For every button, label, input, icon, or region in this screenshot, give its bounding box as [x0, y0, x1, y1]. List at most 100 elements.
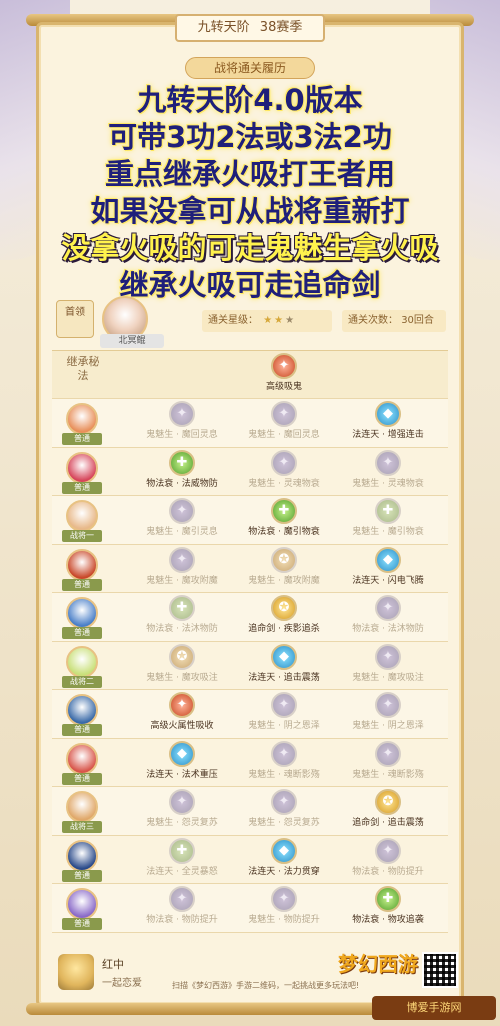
- skill-name: 物法衰 · 物攻追袭: [352, 915, 424, 925]
- skill-cell[interactable]: ◆ 法连天 · 法术重压: [136, 740, 228, 785]
- header-skill[interactable]: ✦ 高级吸鬼: [238, 353, 330, 397]
- skill-icon: ✦: [271, 449, 297, 476]
- fire-drain-icon: ✦: [271, 353, 297, 379]
- skill-cell[interactable]: ✦ 鬼魅生 · 魔攻附魔: [136, 546, 228, 591]
- count-label: 通关次数：: [348, 315, 398, 326]
- skill-cell[interactable]: ✦ 鬼魅生 · 物防提升: [238, 886, 330, 930]
- skill-name: 鬼魅生 · 魂断影殇: [248, 769, 320, 780]
- skill-cell[interactable]: ✦ 鬼魅生 · 魂断影殇: [342, 740, 434, 785]
- skill-cell[interactable]: ✦ 鬼魅生 · 阴之恩泽: [238, 692, 330, 736]
- skill-name: 法连天 · 追击震荡: [248, 672, 320, 683]
- skill-icon: ◆: [271, 643, 297, 670]
- overlay-line: 如果没拿可从战将重新打: [90, 194, 410, 228]
- skill-icon: ✦: [271, 692, 297, 718]
- skill-cell[interactable]: ✚ 物法衰 · 物攻追袭: [342, 886, 434, 930]
- skill-cell[interactable]: ✦ 鬼魅生 · 魔引灵息: [136, 498, 228, 542]
- skill-cell[interactable]: ✦ 鬼魅生 · 魔攻吸注: [342, 643, 434, 688]
- enemy-avatar[interactable]: [66, 839, 98, 872]
- star-icon: ★: [285, 315, 295, 326]
- skill-name: 鬼魅生 · 怨灵复苏: [248, 818, 320, 828]
- skill-cell[interactable]: ✦ 鬼魅生 · 灵魂物衰: [238, 449, 330, 494]
- skill-cell[interactable]: ✦ 鬼魅生 · 魂断影殇: [238, 740, 330, 785]
- skill-cell[interactable]: ✚ 物法衰 · 法沐物防: [136, 595, 228, 639]
- skill-cell[interactable]: ✦ 鬼魅生 · 魔回灵息: [136, 401, 228, 445]
- skill-name: 追命剑 · 疾影追杀: [248, 624, 320, 634]
- enemy-avatar[interactable]: [66, 742, 98, 775]
- skill-cell[interactable]: ✪ 鬼魅生 · 魔攻附魔: [238, 546, 330, 591]
- skill-cell[interactable]: ✦ 鬼魅生 · 阴之恩泽: [342, 692, 434, 736]
- skill-name: 物法衰 · 法威物防: [146, 478, 218, 489]
- skill-name: 鬼魅生 · 魔回灵息: [146, 430, 218, 440]
- enemy-avatar[interactable]: [66, 888, 98, 920]
- table-row: 普通 ✚ 法连天 · 全灵暴怒 ◆ 法连天 · 法力贯穿 ✦ 物法衰 · 物防提升: [52, 836, 448, 884]
- overlay-line: 没拿火吸的可走鬼魅生拿火吸: [61, 231, 439, 265]
- player-avatar[interactable]: [58, 954, 94, 990]
- table-row: 普通 ✦ 物法衰 · 物防提升 ✦ 鬼魅生 · 物防提升 ✚ 物法衰 · 物攻追袭: [52, 884, 448, 933]
- skill-cell[interactable]: ◆ 法连天 · 追击震荡: [238, 643, 330, 688]
- season-tab[interactable]: 九转天阶 38赛季: [175, 14, 325, 42]
- skill-cell[interactable]: ✪ 追命剑 · 追击震荡: [342, 789, 434, 833]
- skill-cell[interactable]: ◆ 法连天 · 法力贯穿: [238, 837, 330, 882]
- skill-name: 物法衰 · 物防提升: [352, 866, 424, 877]
- skill-icon: ✪: [271, 595, 297, 621]
- enemy-tag: 普通: [62, 433, 102, 445]
- player-name: 红中: [102, 958, 124, 971]
- enemy-avatar[interactable]: [66, 791, 98, 823]
- skill-icon: ✦: [271, 886, 297, 912]
- star-icon: ★: [263, 315, 273, 326]
- skill-icon: ✦: [375, 643, 401, 670]
- qr-code-icon[interactable]: [422, 952, 458, 988]
- skill-cell[interactable]: ✦ 物法衰 · 物防提升: [342, 837, 434, 882]
- enemy-tag: 战将二: [62, 675, 102, 688]
- hero-role-badge: 首领: [56, 300, 94, 338]
- enemy-avatar[interactable]: [66, 694, 98, 726]
- tier-label: 九转天阶: [197, 20, 250, 35]
- table-row: 战将三 ✦ 鬼魅生 · 怨灵复苏 ✦ 鬼魅生 · 怨灵复苏 ✪ 追命剑 · 追击震荡: [52, 787, 448, 836]
- skill-cell[interactable]: ✦ 物法衰 · 法沐物防: [342, 595, 434, 639]
- skill-cell[interactable]: ✚ 物法衰 · 法威物防: [136, 449, 228, 494]
- enemy-avatar[interactable]: [66, 500, 98, 532]
- skill-name: 法连天 · 法术重压: [146, 769, 218, 780]
- skill-cell[interactable]: ✦ 鬼魅生 · 怨灵复苏: [238, 789, 330, 833]
- enemy-avatar[interactable]: [66, 645, 98, 678]
- table-row: 普通 ✦ 鬼魅生 · 魔攻附魔 ✪ 鬼魅生 · 魔攻附魔 ◆ 法连天 · 闪电飞腾: [52, 545, 448, 593]
- skill-cell[interactable]: ✚ 鬼魅生 · 魔引物衰: [342, 498, 434, 542]
- skill-name: 鬼魅生 · 物防提升: [248, 915, 320, 925]
- skill-cell[interactable]: ✦ 高级火属性吸收: [136, 692, 228, 736]
- skill-cell[interactable]: ✚ 物法衰 · 魔引物衰: [238, 498, 330, 542]
- skill-cell[interactable]: ✪ 鬼魅生 · 魔攻吸注: [136, 643, 228, 688]
- enemy-avatar[interactable]: [66, 597, 98, 629]
- skill-name: 物法衰 · 法沐物防: [146, 624, 218, 634]
- skill-icon: ✦: [169, 498, 195, 524]
- skill-cell[interactable]: ✚ 法连天 · 全灵暴怒: [136, 837, 228, 882]
- skill-cell[interactable]: ✦ 鬼魅生 · 怨灵复苏: [136, 789, 228, 833]
- skill-icon: ✪: [375, 789, 401, 815]
- table-row: 战将二 ✪ 鬼魅生 · 魔攻吸注 ◆ 法连天 · 追击震荡 ✦ 鬼魅生 · 魔攻吸注: [52, 642, 448, 690]
- hero-name: 北冥鲲: [100, 334, 164, 348]
- skill-icon: ✪: [169, 643, 195, 670]
- game-logo: 梦幻西游: [338, 952, 418, 976]
- skill-name: 鬼魅生 · 阴之恩泽: [248, 721, 320, 731]
- skill-cell[interactable]: ◆ 法连天 · 闪电飞腾: [342, 546, 434, 591]
- enemy-avatar[interactable]: [66, 451, 98, 484]
- skill-cell[interactable]: ✦ 鬼魅生 · 魔回灵息: [238, 401, 330, 445]
- skill-name: 法连天 · 闪电飞腾: [352, 575, 424, 586]
- footer: 红中 一起恋爱 梦幻西游 扫描《梦幻西游》手游二维码，一起挑战更多玩法吧!: [52, 950, 458, 998]
- skill-name: 鬼魅生 · 魔攻附魔: [146, 575, 218, 586]
- skill-cell[interactable]: ✦ 物法衰 · 物防提升: [136, 886, 228, 930]
- skill-icon: ✪: [271, 546, 297, 573]
- skill-icon: ✚: [169, 837, 195, 864]
- skill-icon: ◆: [375, 546, 401, 573]
- enemy-avatar[interactable]: [66, 403, 98, 435]
- enemy-tag: 普通: [62, 918, 102, 930]
- table-row: 普通 ✦ 高级火属性吸收 ✦ 鬼魅生 · 阴之恩泽 ✦ 鬼魅生 · 阴之恩泽: [52, 690, 448, 739]
- skill-cell[interactable]: ◆ 法连天 · 增强连击: [342, 401, 434, 445]
- skill-cell[interactable]: ✪ 追命剑 · 疾影追杀: [238, 595, 330, 639]
- skill-cell[interactable]: ✦ 鬼魅生 · 灵魂物衰: [342, 449, 434, 494]
- skill-icon: ✚: [375, 886, 401, 912]
- skill-icon: ✦: [375, 692, 401, 718]
- skill-name: 鬼魅生 · 魔攻吸注: [146, 672, 218, 683]
- table-header-row: 继承秘法 ✦ 高级吸鬼: [52, 351, 448, 399]
- skill-icon: ✦: [375, 449, 401, 476]
- enemy-avatar[interactable]: [66, 548, 98, 581]
